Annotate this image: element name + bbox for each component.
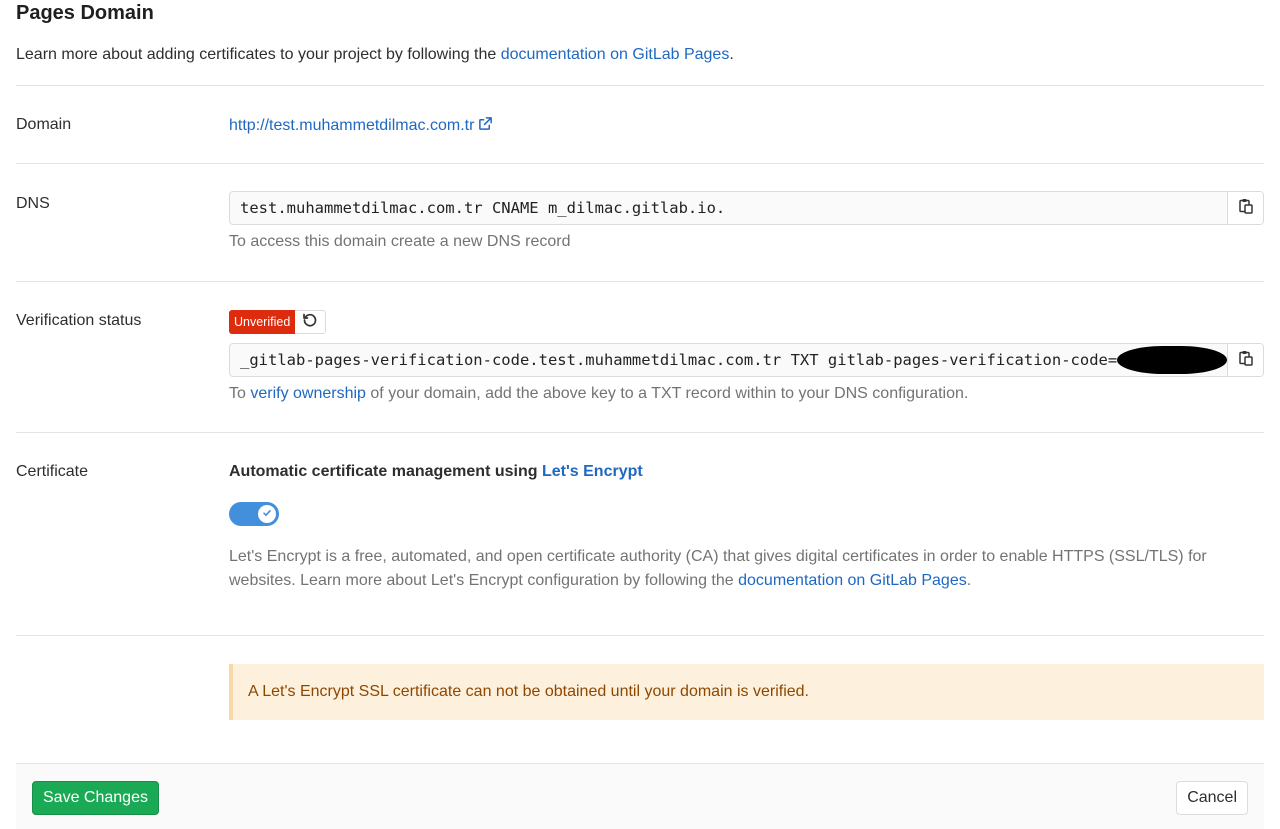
verification-record-field[interactable]: _gitlab-pages-verification-code.test.muh… [229, 343, 1264, 377]
external-link-icon [478, 116, 493, 136]
intro-text-suffix: . [729, 46, 734, 63]
certificate-description-suffix: . [966, 572, 972, 589]
auto-ssl-toggle[interactable] [229, 502, 279, 526]
docs-link[interactable]: documentation on GitLab Pages [501, 46, 730, 63]
clipboard-icon [1238, 198, 1253, 219]
retry-icon [302, 312, 318, 333]
cert-docs-link[interactable]: documentation on GitLab Pages [738, 572, 967, 589]
verify-ownership-link[interactable]: verify ownership [250, 385, 366, 402]
verification-status-label: Verification status [16, 312, 142, 329]
divider [16, 281, 1264, 282]
ssl-warning-text: A Let's Encrypt SSL certificate can not … [248, 683, 809, 700]
unverified-badge: Unverified [229, 310, 296, 334]
page-title: Pages Domain [16, 2, 154, 24]
retry-verification-button[interactable] [295, 310, 327, 334]
verification-help-prefix: To [229, 385, 251, 402]
verification-record-text: _gitlab-pages-verification-code.test.muh… [240, 351, 1118, 369]
clipboard-icon [1238, 350, 1253, 371]
form-actions: Save Changes Cancel [16, 763, 1264, 829]
dns-record-text: test.muhammetdilmac.com.tr CNAME m_dilma… [240, 199, 726, 217]
toggle-knob [258, 505, 276, 523]
dns-record-field[interactable]: test.muhammetdilmac.com.tr CNAME m_dilma… [229, 191, 1264, 225]
save-changes-button[interactable]: Save Changes [32, 781, 159, 815]
copy-dns-record-button[interactable] [1227, 192, 1263, 224]
divider [16, 635, 1264, 636]
certificate-heading: Automatic certificate management using L… [229, 463, 643, 481]
certificate-description: Let's Encrypt is a free, automated, and … [229, 545, 1239, 593]
intro-text: Learn more about adding certificates to … [16, 46, 734, 64]
divider [16, 85, 1264, 86]
cancel-button[interactable]: Cancel [1176, 781, 1248, 815]
divider [16, 432, 1264, 433]
certificate-heading-prefix: Automatic certificate management using [229, 463, 542, 480]
intro-text-prefix: Learn more about adding certificates to … [16, 46, 501, 63]
verification-help-suffix: of your domain, add the above key to a T… [365, 385, 969, 402]
verification-badge-group: Unverified [229, 310, 327, 334]
domain-url-link[interactable]: http://test.muhammetdilmac.com.tr [229, 116, 493, 136]
check-icon [262, 505, 272, 523]
ssl-warning-alert: A Let's Encrypt SSL certificate can not … [229, 664, 1264, 720]
dns-help-text: To access this domain create a new DNS r… [229, 233, 571, 250]
copy-verification-record-button[interactable] [1227, 344, 1263, 376]
domain-label: Domain [16, 116, 72, 133]
dns-label: DNS [16, 195, 50, 212]
certificate-label: Certificate [16, 463, 89, 480]
divider [16, 163, 1264, 164]
verification-help-text: To verify ownership of your domain, add … [229, 385, 968, 403]
lets-encrypt-link[interactable]: Let's Encrypt [542, 463, 643, 480]
domain-url-text: http://test.muhammetdilmac.com.tr [229, 117, 475, 134]
redaction-mark [1117, 346, 1227, 374]
certificate-description-text: Let's Encrypt is a free, automated, and … [229, 548, 1207, 589]
